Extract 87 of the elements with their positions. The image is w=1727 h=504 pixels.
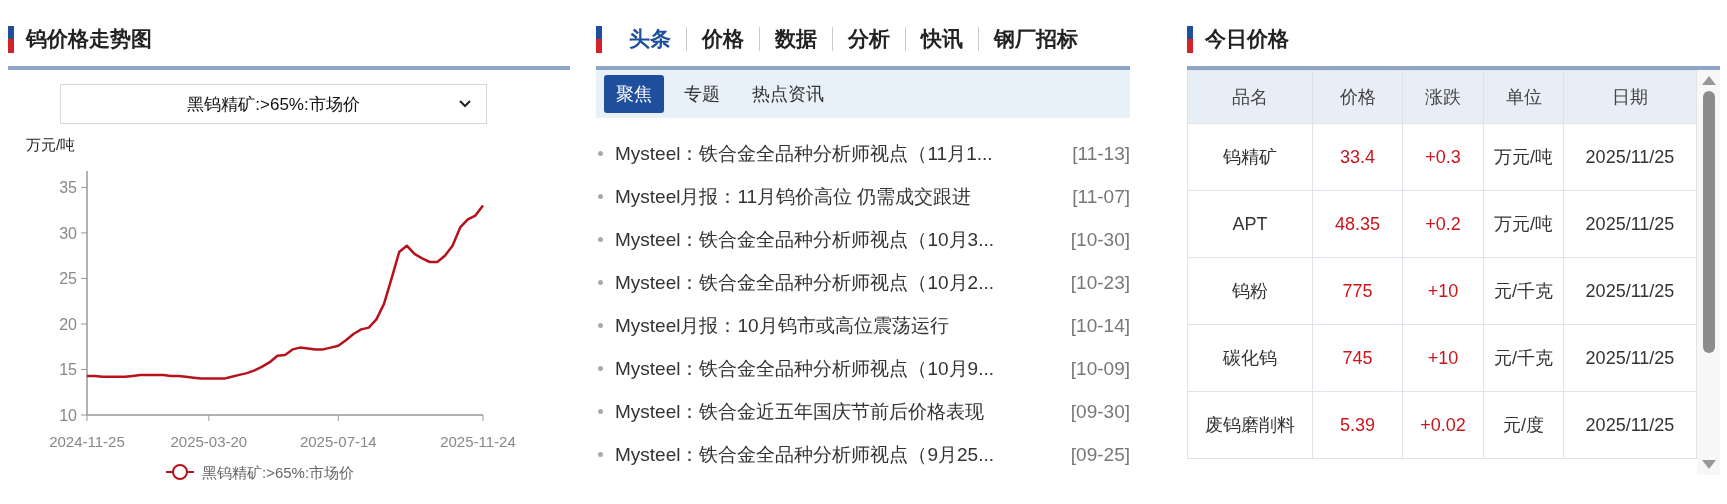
panel-title: 今日价格 <box>1205 26 1289 52</box>
subtab[interactable]: 专题 <box>672 75 732 113</box>
bullet-icon <box>598 237 603 242</box>
table-cell: 745 <box>1312 324 1403 392</box>
news-link[interactable]: Mysteel月报：10月钨市或高位震荡运行 <box>615 312 1071 339</box>
news-link[interactable]: Mysteel：铁合金全品种分析师视点（10月3... <box>615 226 1071 253</box>
column-header: 价格 <box>1312 70 1403 124</box>
news-date: [10-09] <box>1070 357 1130 380</box>
table-cell: 48.35 <box>1312 190 1403 258</box>
column-header: 单位 <box>1483 70 1564 124</box>
column-header: 日期 <box>1563 70 1697 124</box>
table-cell: 2025/11/25 <box>1563 324 1697 392</box>
category-tab[interactable]: 价格 <box>686 27 759 51</box>
bullet-icon <box>598 151 603 156</box>
table-cell: 元/千克 <box>1483 257 1564 325</box>
table-cell: 2025/11/25 <box>1563 257 1697 325</box>
column-header: 品名 <box>1187 70 1313 124</box>
bullet-icon <box>598 409 603 414</box>
accent-bar <box>1187 25 1193 53</box>
accent-bar <box>8 25 14 53</box>
axis-label: 2025-03-20 <box>170 433 248 450</box>
news-link[interactable]: Mysteel：铁合金全品种分析师视点（9月25... <box>615 441 1071 468</box>
subtab[interactable]: 热点资讯 <box>740 75 836 113</box>
news-link[interactable]: Mysteel：铁合金全品种分析师视点（10月9... <box>615 355 1071 382</box>
column-header: 涨跌 <box>1402 70 1484 124</box>
table-cell: +10 <box>1402 257 1484 325</box>
table-cell: +0.3 <box>1402 123 1484 191</box>
news-link[interactable]: Mysteel：铁合金近五年国庆节前后价格表现 <box>615 398 1071 425</box>
panel-title: 钨价格走势图 <box>26 26 152 52</box>
table-cell: 2025/11/25 <box>1563 190 1697 258</box>
news-date: [09-25] <box>1070 443 1130 466</box>
news-link[interactable]: Mysteel月报：11月钨价高位 仍需成交跟进 <box>615 183 1073 210</box>
chevron-down-icon <box>458 99 472 109</box>
bullet-icon <box>598 194 603 199</box>
category-tab[interactable]: 分析 <box>832 27 905 51</box>
axis-label: 25 <box>59 270 77 288</box>
news-date: [10-30] <box>1070 228 1130 251</box>
axis-label: 2025-11-24 <box>440 433 516 450</box>
news-date: [10-14] <box>1070 314 1130 337</box>
news-date: [11-07] <box>1072 185 1130 208</box>
table-cell: 元/度 <box>1483 391 1564 459</box>
category-tab[interactable]: 头条 <box>614 27 686 51</box>
product-select[interactable]: 黑钨精矿:>65%:市场价 <box>60 84 487 124</box>
axis-label: 2024-11-25 <box>49 433 125 450</box>
table-cell: 2025/11/25 <box>1563 123 1697 191</box>
bullet-icon <box>598 323 603 328</box>
news-link[interactable]: Mysteel：铁合金全品种分析师视点（10月2... <box>615 269 1071 296</box>
news-link[interactable]: Mysteel：铁合金全品种分析师视点（11月1... <box>615 140 1073 167</box>
table-cell: +0.2 <box>1402 190 1484 258</box>
table-cell: 775 <box>1312 257 1403 325</box>
scroll-up-icon[interactable] <box>1701 76 1716 85</box>
axis-label: 20 <box>59 315 77 333</box>
category-tab[interactable]: 快讯 <box>905 27 978 51</box>
axis-label: 30 <box>59 224 77 242</box>
table-cell: 元/千克 <box>1483 324 1564 392</box>
table-cell: 万元/吨 <box>1483 123 1564 191</box>
table-cell: 钨精矿 <box>1187 123 1313 191</box>
table-cell: 2025/11/25 <box>1563 391 1697 459</box>
table-cell: 废钨磨削料 <box>1187 391 1313 459</box>
bullet-icon <box>598 280 603 285</box>
table-cell: +0.02 <box>1402 391 1484 459</box>
table-cell: 钨粉 <box>1187 257 1313 325</box>
table-cell: 33.4 <box>1312 123 1403 191</box>
scroll-down-icon[interactable] <box>1701 460 1716 469</box>
subtab[interactable]: 聚焦 <box>604 75 664 113</box>
scrollbar[interactable] <box>1697 70 1720 475</box>
unit-label: 万元/吨 <box>26 136 76 155</box>
news-date: [10-23] <box>1070 271 1130 294</box>
category-tab[interactable]: 钢厂招标 <box>978 27 1093 51</box>
table-cell: 碳化钨 <box>1187 324 1313 392</box>
table-cell: APT <box>1187 190 1313 258</box>
news-date: [11-13] <box>1072 142 1130 165</box>
scroll-thumb[interactable] <box>1702 91 1715 353</box>
axis-label: 35 <box>59 179 77 197</box>
axis-label: 15 <box>59 361 77 379</box>
bullet-icon <box>598 366 603 371</box>
news-date: [09-30] <box>1070 400 1130 423</box>
legend-label[interactable]: 黑钨精矿:>65%:市场价 <box>202 464 355 481</box>
axis-label: 2025-07-14 <box>299 433 377 450</box>
category-tab[interactable]: 数据 <box>759 27 832 51</box>
table-cell: 5.39 <box>1312 391 1403 459</box>
bullet-icon <box>598 452 603 457</box>
table-cell: 万元/吨 <box>1483 190 1564 258</box>
axis-label: 10 <box>59 407 77 424</box>
accent-bar <box>596 25 602 53</box>
legend-line-icon[interactable] <box>165 464 195 480</box>
table-cell: +10 <box>1402 324 1484 392</box>
